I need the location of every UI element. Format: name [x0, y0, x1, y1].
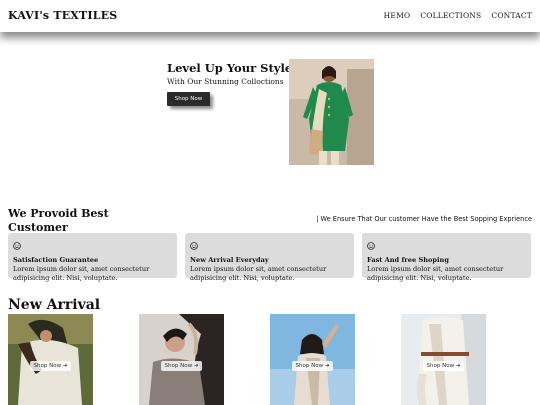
product-card[interactable]: Shop Now ➔: [139, 314, 224, 405]
hero-text: Level Up Your Style With Our Stunning Co…: [167, 61, 292, 86]
nav-link-contact[interactable]: CONTACT: [491, 11, 532, 20]
navbar: KAVI's TEXTILES HEMO COLLECTIONS CONTACT: [0, 0, 540, 32]
feature-description: Lorem ipsum dolor sit, amet consectetur …: [13, 265, 150, 282]
product-card[interactable]: Shop Now ➔: [270, 314, 355, 405]
feature-title: Satisfaction Guarantee: [13, 256, 99, 264]
feature-title: Fast And free Shoping: [367, 256, 449, 264]
shop-now-button[interactable]: Shop Now ➔: [160, 361, 203, 371]
brand-logo[interactable]: KAVI's TEXTILES: [8, 9, 117, 22]
feature-card-satisfaction: Satisfaction Guarantee Lorem ipsum dolor…: [8, 233, 177, 282]
product-image: [270, 314, 355, 405]
hero-subtitle: With Our Stunning Colloctions: [167, 77, 284, 86]
product-card[interactable]: Shop Now ➔: [8, 314, 93, 405]
shop-now-button[interactable]: Shop Now ➔: [422, 361, 465, 371]
shop-now-button[interactable]: Shop Now ➔: [29, 361, 72, 371]
feature-title: New Arrival Everyday: [190, 256, 269, 264]
smiley-icon: [367, 242, 375, 250]
nav-link-collections[interactable]: COLLECTIONS: [420, 11, 481, 20]
feature-card-fast-shipping: Fast And free Shoping Lorem ipsum dolor …: [362, 233, 531, 282]
hero-title: Level Up Your Style: [167, 61, 293, 75]
smiley-icon: [190, 242, 198, 250]
product-card[interactable]: Shop Now ➔: [401, 314, 486, 405]
product-image: [8, 314, 93, 405]
product-image: [401, 314, 486, 405]
product-image: [139, 314, 224, 405]
hero-image: [289, 59, 374, 165]
smiley-icon: [13, 242, 21, 250]
shop-now-button[interactable]: Shop Now ➔: [291, 361, 334, 371]
nav-link-home[interactable]: HEMO: [384, 11, 411, 20]
feature-description: Lorem ipsum dolor sit, amet consectetur …: [190, 265, 327, 282]
hero-shop-now-button[interactable]: Shop Now: [167, 92, 210, 106]
feature-card-new-arrival: New Arrival Everyday Lorem ipsum dolor s…: [185, 233, 354, 282]
feature-description: Lorem ipsum dolor sit, amet consectetur …: [367, 265, 504, 282]
nav-menu: HEMO COLLECTIONS CONTACT: [384, 11, 532, 20]
new-arrival-heading: New Arrival: [8, 297, 101, 313]
features-tagline: | We Ensure That Our customer Have the B…: [316, 215, 532, 223]
